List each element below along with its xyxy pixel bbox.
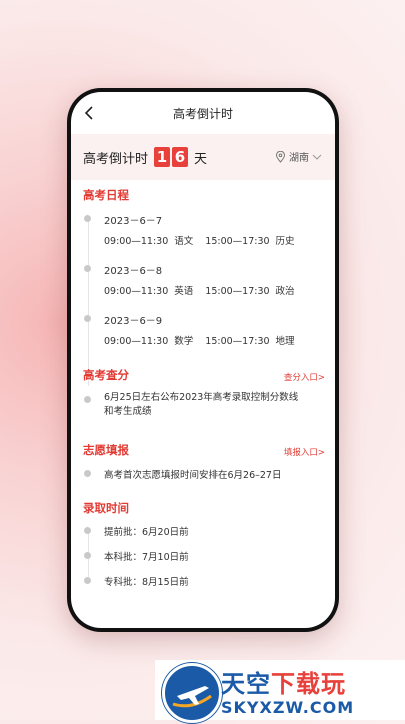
chevron-down-icon xyxy=(312,154,322,160)
volunteer-info: 高考首次志愿填报时间安排在6月26–27日 xyxy=(104,470,282,481)
countdown-digit: 1 xyxy=(154,147,171,167)
timeline-line xyxy=(88,216,89,386)
score-info: 6月25日左右公布2023年高考录取控制分数线和考生成绩 xyxy=(104,392,299,417)
section-title-volunteer: 志愿填报 xyxy=(83,443,129,457)
timeline-dot xyxy=(84,396,91,403)
app-screen: 高考倒计时 高考倒计时 1 6 天 湖南 高考日程 2023－6－7 09:00… xyxy=(71,92,335,628)
am-subject: 语文 xyxy=(174,236,194,247)
location-pin-icon xyxy=(275,150,286,163)
pm-time: 15:00—17:30 xyxy=(205,336,270,347)
timeline-dot xyxy=(84,215,91,222)
watermark-title-b: 下载玩 xyxy=(271,670,346,698)
exam-date: 2023－6－9 xyxy=(104,316,163,327)
watermark-url: SKYXZW.COM xyxy=(221,698,355,717)
watermark-title-a: 天空 xyxy=(221,670,271,698)
region-name: 湖南 xyxy=(289,153,309,164)
watermark-title: 天空下载玩 xyxy=(221,664,346,699)
exam-date: 2023－6－8 xyxy=(104,266,163,277)
countdown-unit: 天 xyxy=(194,151,208,167)
admission-item: 本科批：7月10日前 xyxy=(104,552,189,563)
timeline-dot xyxy=(84,315,91,322)
watermark-logo: 天空下载玩 SKYXZW.COM xyxy=(155,660,405,723)
timeline-dot xyxy=(84,470,91,477)
region-selector[interactable]: 湖南 xyxy=(275,149,325,164)
section-title-admission: 录取时间 xyxy=(83,501,129,515)
section-title-schedule: 高考日程 xyxy=(83,188,129,202)
timeline-dot xyxy=(84,552,91,559)
am-time: 09:00—11:30 xyxy=(104,286,169,297)
am-time: 09:00—11:30 xyxy=(104,336,169,347)
phone-frame: 高考倒计时 高考倒计时 1 6 天 湖南 高考日程 2023－6－7 09:00… xyxy=(67,88,339,632)
content: 高考日程 2023－6－7 09:00—11:30 语文 15:00—17:30 历史… xyxy=(71,184,335,628)
pm-time: 15:00—17:30 xyxy=(205,286,270,297)
countdown-digit: 6 xyxy=(172,147,189,167)
pm-subject: 历史 xyxy=(275,236,295,247)
section-title-score: 高考查分 xyxy=(83,368,129,382)
exam-session-row: 09:00—11:30 数学 15:00—17:30 地理 xyxy=(104,333,295,347)
am-subject: 英语 xyxy=(174,286,194,297)
am-time: 09:00—11:30 xyxy=(104,236,169,247)
admission-item: 提前批：6月20日前 xyxy=(104,527,189,538)
nav-bar: 高考倒计时 xyxy=(71,92,335,134)
countdown-banner: 高考倒计时 1 6 天 湖南 xyxy=(71,134,335,180)
exam-session-row: 09:00—11:30 英语 15:00—17:30 政治 xyxy=(104,283,295,297)
pm-subject: 政治 xyxy=(275,286,295,297)
countdown-label: 高考倒计时 xyxy=(83,151,149,167)
pm-subject: 地理 xyxy=(275,336,295,347)
admission-item: 专科批：8月15日前 xyxy=(104,577,189,588)
score-entry-link[interactable]: 查分入口> xyxy=(284,371,325,383)
am-subject: 数学 xyxy=(174,336,194,347)
pm-time: 15:00—17:30 xyxy=(205,236,270,247)
airplane-logo-icon xyxy=(162,663,222,723)
timeline-dot xyxy=(84,527,91,534)
timeline-dot xyxy=(84,577,91,584)
volunteer-entry-link[interactable]: 填报入口> xyxy=(284,446,325,458)
page-title: 高考倒计时 xyxy=(172,107,233,121)
exam-date: 2023－6－7 xyxy=(104,216,163,227)
exam-session-row: 09:00—11:30 语文 15:00—17:30 历史 xyxy=(104,233,295,247)
timeline-dot xyxy=(84,265,91,272)
